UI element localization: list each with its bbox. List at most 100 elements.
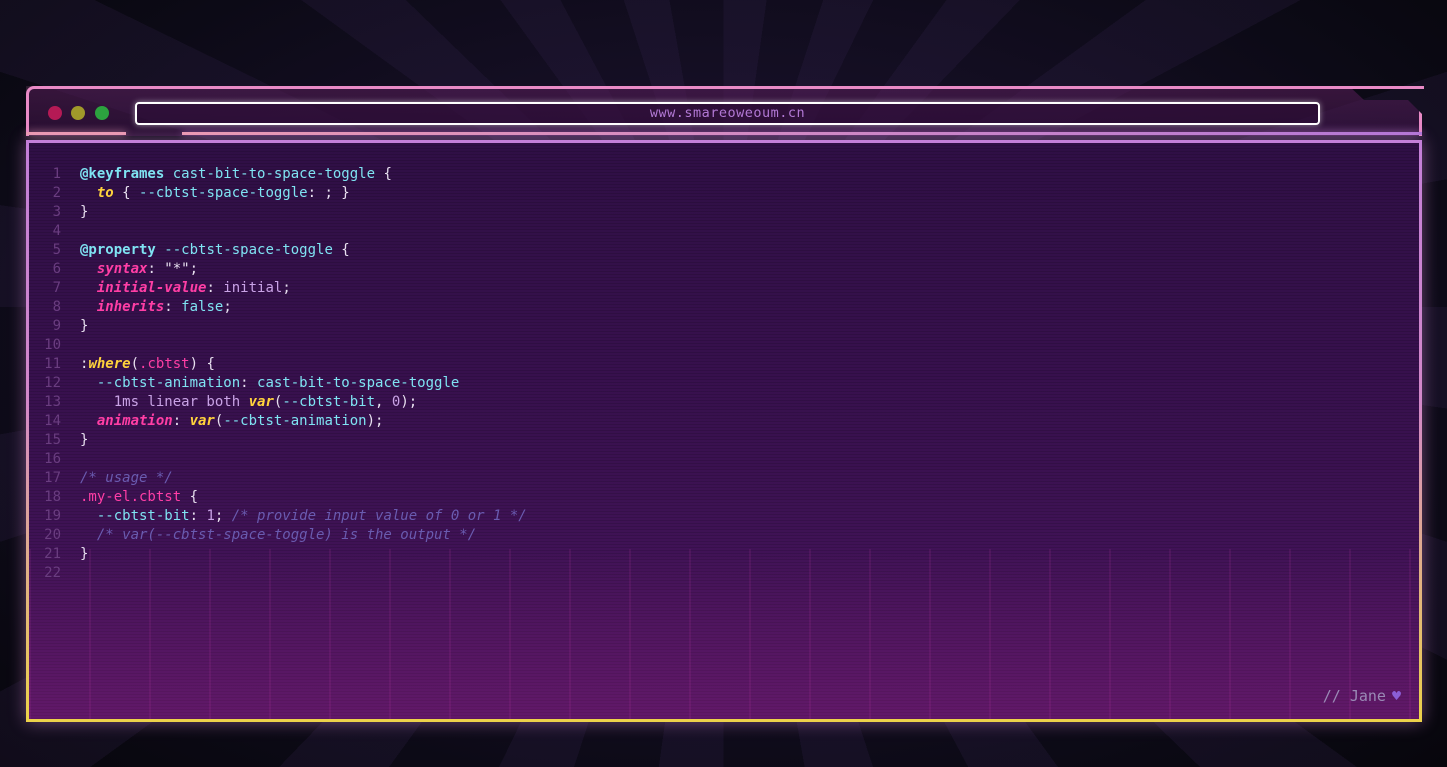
code-token: false (181, 299, 224, 315)
maximize-dot[interactable] (95, 106, 109, 120)
code-token: { (113, 185, 140, 201)
code-token: @property (80, 242, 156, 258)
url-bar[interactable]: www.smareoweoum.cn (135, 102, 1320, 125)
code-token: to (96, 185, 114, 201)
code-token: 1 (206, 508, 215, 524)
code-line: 8 inherits: false; (29, 298, 527, 317)
line-number: 20 (44, 527, 61, 543)
code-line: 3} (29, 203, 527, 222)
code-token: : ; } (307, 185, 350, 201)
code-token: } (80, 204, 89, 220)
code-line: 6 syntax: "*"; (29, 260, 527, 279)
code-token: ; (189, 261, 199, 277)
line-number: 9 (52, 318, 61, 334)
code-token: ; (223, 299, 232, 315)
code-token: ); (366, 413, 384, 429)
code-token: { (181, 489, 199, 505)
code-token: initial-value (96, 280, 207, 296)
code-token: , (375, 394, 392, 410)
code-token: : (189, 508, 207, 524)
code-token: syntax (96, 261, 148, 277)
line-number: 16 (44, 451, 61, 467)
code-token: .my-el.cbtst (80, 489, 182, 505)
code-token: --cbtst-animation (96, 375, 241, 391)
line-number: 21 (44, 546, 61, 562)
line-number: 22 (44, 565, 61, 581)
code-token: : (240, 375, 258, 391)
code-line: 10 (29, 336, 527, 355)
code-token: { (375, 166, 392, 182)
code-line: 17 /* usage */ (29, 469, 527, 488)
line-number: 15 (44, 432, 61, 448)
code-editor: 1 @keyframes cast-bit-to-space-toggle {2 … (26, 140, 1422, 722)
code-token: cast-bit-to-space-toggle (257, 375, 460, 391)
line-number: 1 (52, 166, 61, 182)
title-bar-divider-left (26, 132, 126, 135)
code-token: /* provide input value of 0 or 1 */ (231, 508, 527, 524)
code-line: 18 .my-el.cbtst { (29, 488, 527, 507)
code-token: : (164, 299, 182, 315)
line-number: 3 (52, 204, 61, 220)
code-token: /* usage */ (80, 470, 173, 486)
code-line: 9} (29, 317, 527, 336)
code-token: .cbtst (139, 356, 190, 372)
code-line: 5 @property --cbtst-space-toggle { (29, 241, 527, 260)
line-number: 17 (44, 470, 61, 486)
code-token: : (147, 261, 165, 277)
code-token: : (206, 280, 224, 296)
line-number: 11 (44, 356, 61, 372)
code-token: initial (223, 280, 283, 296)
line-number: 12 (44, 375, 61, 391)
code-token: ; (214, 508, 232, 524)
code-token: --cbtst-bit (96, 508, 190, 524)
line-number: 6 (52, 261, 61, 277)
code-token: ) { (189, 356, 215, 372)
signature: // Jane ♥ (1323, 687, 1401, 705)
code-token: animation (96, 413, 173, 429)
code-line: 22 (29, 564, 527, 583)
code-token: var (189, 413, 215, 429)
code-line: 4 (29, 222, 527, 241)
line-number: 7 (52, 280, 61, 296)
code-token: where (88, 356, 131, 372)
close-dot[interactable] (48, 106, 62, 120)
title-bar: www.smareoweoum.cn (26, 86, 1422, 136)
code-token: --cbtst-animation (223, 413, 367, 429)
code-line: 19 --cbtst-bit: 1; /* provide input valu… (29, 507, 527, 526)
line-number: 2 (52, 185, 61, 201)
code-token: ; (282, 280, 291, 296)
code-token: } (80, 318, 89, 334)
code-window: www.smareoweoum.cn 1 @keyframes cast-bit-… (26, 86, 1424, 722)
heart-icon: ♥ (1391, 687, 1401, 705)
code-token: @keyframes (80, 166, 165, 182)
line-number: 8 (52, 299, 61, 315)
code-token: --cbtst-bit (282, 394, 376, 410)
minimize-dot[interactable] (71, 106, 85, 120)
code-token: : (172, 413, 190, 429)
code-token: cast-bit-to-space-toggle (172, 166, 376, 182)
code-token: /* var(--cbtst-space-toggle) is the outp… (96, 527, 477, 543)
code-line: 7 initial-value: initial; (29, 279, 527, 298)
code-token: 1ms linear both (113, 394, 241, 410)
code-block: 1 @keyframes cast-bit-to-space-toggle {2 … (29, 165, 527, 583)
code-line: 15} (29, 431, 527, 450)
code-line: 21} (29, 545, 527, 564)
code-line: 14 animation: var(--cbtst-animation); (29, 412, 527, 431)
line-number: 13 (44, 394, 61, 410)
line-number: 18 (44, 489, 61, 505)
signature-text: // Jane (1322, 687, 1386, 705)
code-line: 12 --cbtst-animation: cast-bit-to-space-… (29, 374, 527, 393)
line-number: 5 (52, 242, 61, 258)
code-line: 2 to { --cbtst-space-toggle: ; } (29, 184, 527, 203)
code-token: inherits (96, 299, 165, 315)
title-bar-divider-right (182, 132, 1422, 135)
